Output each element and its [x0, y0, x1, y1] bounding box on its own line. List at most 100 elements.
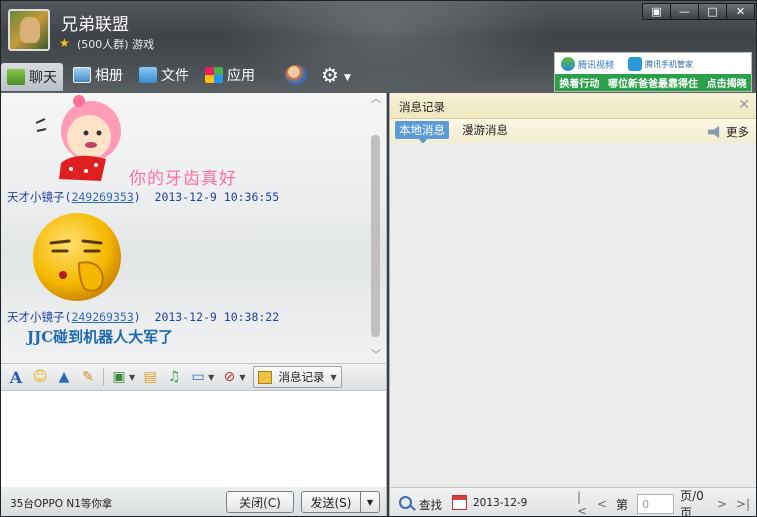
tab-chat-label: 聊天: [29, 70, 57, 86]
previous-page-icon[interactable]: <: [597, 497, 607, 511]
ad-slogan-1: 换着行动: [559, 79, 600, 90]
chat-message-area[interactable]: 你的牙齿真好 天才小镜子(249269353) 2013-12-9 10:36:…: [1, 93, 387, 363]
chevron-down-icon[interactable]: ▼: [239, 373, 245, 382]
scroll-down-icon[interactable]: ﹀: [370, 351, 382, 361]
sender-qq-link[interactable]: 249269353: [71, 190, 133, 204]
handwrite-icon[interactable]: ✎: [79, 368, 97, 386]
sender-name[interactable]: 天才小镜子: [7, 310, 65, 324]
tab-roaming-messages[interactable]: 漫游消息: [458, 121, 512, 139]
speaker-icon: [708, 126, 720, 138]
tab-album-label: 相册: [95, 68, 123, 84]
chevron-down-icon[interactable]: ▼: [344, 73, 351, 91]
message-time: 2013-12-9 10:36:55: [154, 190, 280, 204]
close-icon[interactable]: ✕: [738, 97, 750, 113]
more-button[interactable]: 更多: [708, 124, 749, 140]
ad-banner[interactable]: 腾讯视频 腾讯手机管家 换着行动 哪位新爸爸最靠得住 点击揭晓: [554, 52, 752, 92]
scroll-up-icon[interactable]: ︿: [370, 95, 382, 105]
history-title: 消息记录: [399, 100, 445, 114]
history-footer: 查找 2013-12-9 |< < 第 页/0页 > >|: [390, 487, 756, 516]
group-avatar[interactable]: [8, 9, 50, 51]
history-tabs: 本地消息 漫游消息 更多: [390, 119, 756, 144]
next-page-icon[interactable]: >: [717, 497, 727, 511]
message-text: JJC碰到机器人大军了: [27, 328, 174, 346]
message-input[interactable]: [1, 391, 387, 487]
minimize-button[interactable]: —: [670, 3, 699, 20]
tab-apps-label: 应用: [227, 68, 255, 84]
pondering-emoji-icon: [33, 213, 121, 301]
tab-files[interactable]: 文件: [133, 61, 195, 89]
image-icon[interactable]: ▣: [110, 368, 128, 386]
toolbar-divider: [103, 368, 104, 386]
tab-album[interactable]: 相册: [67, 61, 129, 89]
ad-brand-1: 腾讯视频: [578, 60, 615, 71]
send-options-chevron-icon[interactable]: ▼: [360, 491, 380, 513]
shake-icon[interactable]: ▲: [55, 368, 73, 386]
page-number-input[interactable]: [637, 494, 675, 514]
search-icon[interactable]: [399, 496, 412, 509]
photo-icon: [73, 67, 91, 83]
sender-qq-link[interactable]: 249269353: [71, 310, 133, 324]
sticker-caption: 你的牙齿真好: [129, 169, 237, 189]
message-history-button[interactable]: 消息记录 ▼: [253, 366, 342, 388]
ad-brands: 腾讯视频 腾讯手机管家: [555, 53, 751, 75]
folder-icon: [139, 67, 157, 83]
message-history-panel: 消息记录 ✕ 本地消息 漫游消息 更多 查找 2013-12-9 |< < 第 …: [389, 93, 756, 516]
star-icon: ★: [59, 36, 70, 50]
tab-apps[interactable]: 应用: [199, 61, 261, 89]
chat-scrollbar[interactable]: ︿ ﹀: [369, 93, 383, 363]
pager: |< < 第 页/0页 > >|: [577, 489, 756, 516]
promo-link[interactable]: 35台OPPO N1等你拿: [10, 496, 112, 511]
page-suffix: 页/0页: [680, 489, 704, 517]
more-label: 更多: [726, 125, 749, 139]
first-page-icon[interactable]: |<: [577, 490, 588, 516]
message-header: 天才小镜子(249269353) 2013-12-9 10:36:55: [7, 190, 280, 204]
find-label[interactable]: 查找: [419, 497, 442, 513]
screenshot-icon[interactable]: ▭: [189, 368, 207, 386]
chevron-down-icon[interactable]: ▼: [208, 373, 214, 382]
chevron-down-icon: ▼: [330, 372, 337, 382]
block-icon[interactable]: ⊘: [220, 368, 238, 386]
last-page-icon[interactable]: >|: [736, 497, 750, 511]
message-time: 2013-12-9 10:38:22: [154, 310, 280, 324]
main-tabs: 聊天 相册 文件 应用 ⚙ ▼: [1, 61, 351, 91]
phone-manager-logo-icon: [628, 57, 643, 71]
ad-slogan-2: 哪位新爸爸最靠得住: [607, 79, 698, 90]
history-icon: [258, 370, 273, 384]
music-icon[interactable]: ♫: [165, 368, 183, 386]
font-icon[interactable]: A: [7, 368, 25, 387]
ad-slogan-3: 点击揭晓: [706, 79, 747, 90]
date-label[interactable]: 2013-12-9: [473, 497, 527, 509]
message-header: 天才小镜子(249269353) 2013-12-9 10:38:22: [7, 310, 280, 324]
calendar-icon[interactable]: [452, 495, 467, 510]
gear-icon[interactable]: ⚙: [321, 65, 341, 85]
send-button[interactable]: 发送(S): [301, 491, 361, 513]
history-titlebar: 消息记录 ✕: [390, 93, 756, 119]
group-name: 兄弟联盟: [61, 15, 129, 35]
ad-slogan: 换着行动 哪位新爸爸最靠得住 点击揭晓: [555, 74, 751, 91]
tab-files-label: 文件: [161, 68, 189, 84]
close-window-button[interactable]: ✕: [726, 3, 755, 20]
input-toolbar: A ☺ ▲ ✎ ▣ ▼ ▤ ♫ ▭ ▼ ⊘ ▼ 消息记录 ▼: [1, 363, 387, 391]
chat-icon: [7, 69, 25, 85]
close-button[interactable]: 关闭(C): [226, 491, 294, 513]
note-icon[interactable]: ▤: [141, 368, 159, 386]
skin-button[interactable]: ▣: [642, 3, 671, 20]
chevron-down-icon[interactable]: ▼: [129, 373, 135, 382]
qq-group-chat-window: 兄弟联盟 ★ (500人群) 游戏 ▣ — □ ✕ 腾讯视频 腾讯手机管家 换着…: [0, 0, 757, 517]
window-header: 兄弟联盟 ★ (500人群) 游戏 ▣ — □ ✕ 腾讯视频 腾讯手机管家 换着…: [1, 1, 756, 93]
tencent-video-logo-icon: [561, 57, 575, 71]
tab-chat[interactable]: 聊天: [1, 63, 63, 91]
page-prefix: 第: [616, 497, 629, 512]
cartoon-sticker-icon: [35, 95, 121, 181]
add-member-icon[interactable]: [285, 65, 307, 85]
app-icon: [205, 67, 223, 83]
tab-local-messages[interactable]: 本地消息: [395, 121, 449, 144]
history-message-list[interactable]: [390, 143, 756, 487]
ad-brand-2: 腾讯手机管家: [645, 59, 694, 69]
bottom-bar: 35台OPPO N1等你拿 关闭(C) 发送(S) ▼: [1, 487, 387, 516]
maximize-button[interactable]: □: [698, 3, 727, 20]
sender-name[interactable]: 天才小镜子: [7, 190, 65, 204]
window-controls: ▣ — □ ✕: [642, 3, 755, 20]
scroll-thumb[interactable]: [371, 135, 380, 337]
smiley-icon[interactable]: ☺: [31, 368, 49, 386]
